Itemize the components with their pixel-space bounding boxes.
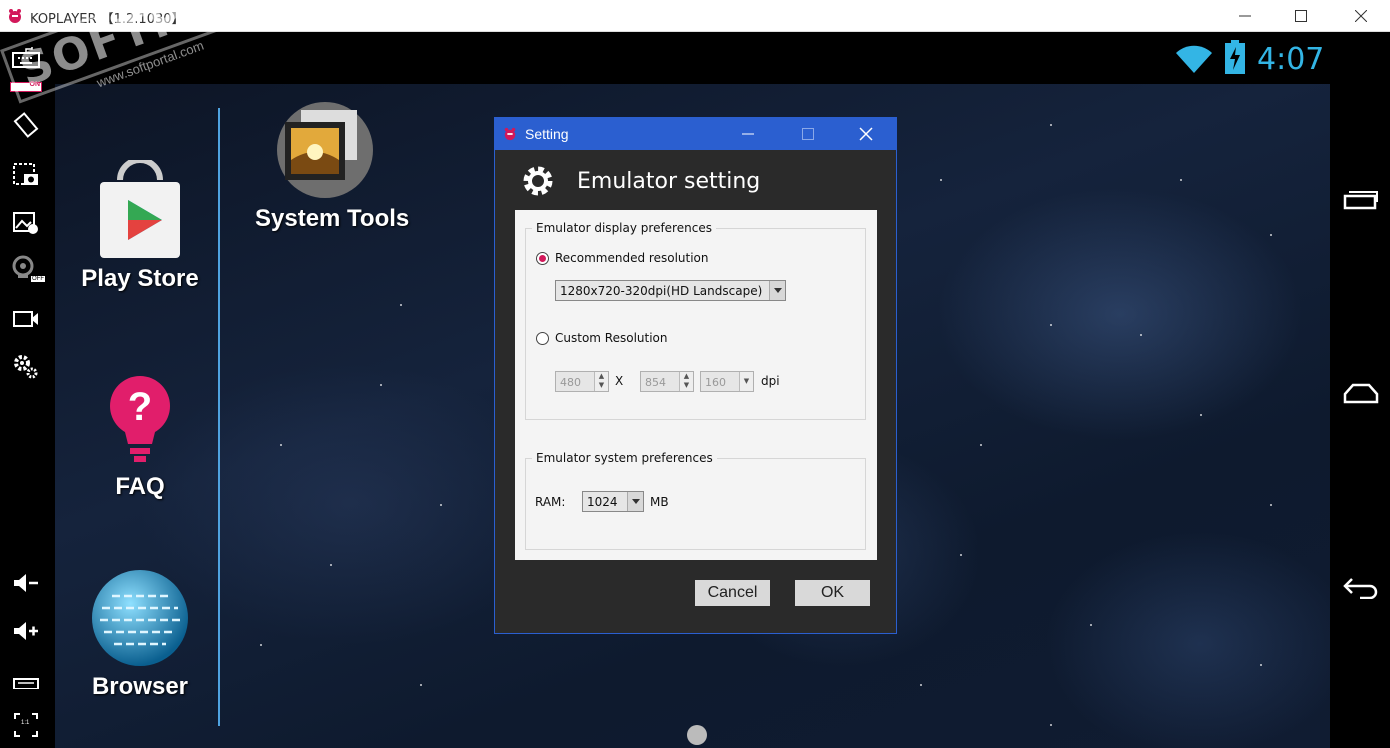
koplayer-logo-icon — [9, 9, 21, 23]
display-preferences-legend: Emulator display preferences — [532, 221, 716, 235]
app-faq[interactable]: ? FAQ — [80, 368, 200, 501]
settings-button[interactable] — [10, 352, 42, 382]
dpi-value: 160 — [705, 376, 726, 389]
settings-gears-icon — [14, 355, 38, 379]
x-separator: X — [615, 374, 624, 388]
record-video-button[interactable] — [10, 304, 42, 334]
recommended-resolution-label: Recommended resolution — [555, 251, 709, 265]
ram-select[interactable]: 1024 — [582, 491, 644, 512]
settings-panel: Emulator display preferences Recommended… — [515, 210, 877, 560]
close-button[interactable] — [1334, 0, 1388, 32]
koplayer-logo-icon — [504, 127, 516, 141]
dialog-title: Setting — [525, 126, 569, 142]
back-arrow-icon — [1343, 578, 1378, 599]
minimize-button[interactable] — [1218, 0, 1272, 32]
cancel-button[interactable]: Cancel — [695, 580, 770, 606]
maximize-button[interactable] — [1274, 0, 1328, 32]
recommended-resolution-select[interactable]: 1280x720-320dpi(HD Landscape) — [555, 280, 786, 301]
recent-apps-button[interactable] — [1342, 184, 1380, 214]
stepper-arrows-icon: ▲ ▼ — [594, 372, 608, 391]
app-play-store[interactable]: Play Store — [80, 157, 200, 293]
battery-charging-icon — [1225, 40, 1245, 74]
faq-label: FAQ — [115, 473, 165, 500]
volume-down-button[interactable] — [10, 568, 42, 598]
width-value: 480 — [560, 376, 581, 389]
dialog-maximize-button[interactable] — [785, 118, 831, 150]
page-indicator — [687, 725, 707, 745]
settings-dialog: Setting Emulator setting Emulator displa… — [494, 117, 897, 634]
system-preferences-group: Emulator system preferences RAM: 1024 MB — [525, 451, 866, 550]
app-system-tools[interactable]: System Tools — [255, 100, 410, 233]
custom-resolution-radio[interactable] — [536, 332, 549, 345]
ram-unit: MB — [650, 495, 669, 509]
chevron-down-icon — [627, 492, 643, 511]
browser-globe-icon — [92, 570, 188, 666]
faq-lightbulb-icon: ? — [110, 376, 170, 462]
dpi-select[interactable]: 160 ▼ — [700, 371, 754, 392]
custom-resolution-label: Custom Resolution — [555, 331, 668, 345]
svg-text:?: ? — [128, 385, 152, 429]
dialog-close-button[interactable] — [843, 118, 889, 150]
menu-icon — [13, 678, 39, 689]
video-camera-icon — [13, 311, 38, 327]
android-nav-bar — [1330, 84, 1390, 748]
dpi-label: dpi — [761, 374, 780, 388]
system-tools-icon — [277, 102, 373, 198]
image-import-icon — [13, 212, 38, 234]
width-stepper[interactable]: 480 ▲ ▼ — [555, 371, 609, 392]
camera-toggle[interactable]: OFF — [10, 254, 45, 284]
recent-apps-icon — [1343, 191, 1378, 210]
recommended-resolution-value: 1280x720-320dpi(HD Landscape) — [560, 284, 763, 298]
ram-label: RAM: — [535, 495, 566, 509]
stepper-arrows-icon: ▲ ▼ — [679, 372, 693, 391]
ram-value: 1024 — [587, 495, 618, 509]
display-preferences-group: Emulator display preferences Recommended… — [525, 221, 866, 420]
status-clock: 4:07 — [1257, 42, 1325, 77]
app-browser[interactable]: Browser — [80, 568, 200, 701]
fullscreen-badge: 1:1 — [21, 720, 30, 726]
menu-button[interactable] — [10, 664, 42, 694]
system-tools-label: System Tools — [255, 205, 410, 232]
chevron-down-icon — [769, 281, 785, 300]
volume-up-icon — [14, 622, 38, 640]
play-store-label: Play Store — [81, 265, 199, 292]
home-icon — [1343, 383, 1379, 404]
dialog-minimize-button[interactable] — [725, 118, 771, 150]
height-value: 854 — [645, 376, 666, 389]
system-preferences-legend: Emulator system preferences — [532, 451, 717, 465]
play-store-icon — [100, 157, 180, 258]
emulator-side-toolbar: ON OFF 1:1 — [0, 32, 55, 748]
dialog-titlebar: Setting — [495, 118, 896, 150]
fullscreen-button[interactable]: 1:1 — [10, 710, 42, 740]
chevron-down-icon: ▼ — [739, 372, 753, 391]
browser-label: Browser — [91, 673, 189, 700]
home-button[interactable] — [1342, 378, 1380, 408]
launcher-divider — [218, 108, 220, 726]
ok-button[interactable]: OK — [795, 580, 870, 606]
wifi-icon — [1176, 45, 1212, 73]
back-button[interactable] — [1342, 572, 1380, 602]
recommended-resolution-radio[interactable] — [536, 252, 549, 265]
screenshot-icon — [13, 163, 38, 185]
volume-up-button[interactable] — [10, 616, 42, 646]
screenshot-button[interactable] — [10, 160, 42, 190]
dialog-heading: Emulator setting — [521, 164, 760, 198]
camera-badge: OFF — [31, 276, 45, 282]
volume-down-icon — [14, 574, 38, 592]
height-stepper[interactable]: 854 ▲ ▼ — [640, 371, 694, 392]
gear-icon — [523, 166, 553, 196]
add-image-button[interactable] — [10, 208, 42, 238]
dialog-heading-text: Emulator setting — [577, 168, 761, 194]
